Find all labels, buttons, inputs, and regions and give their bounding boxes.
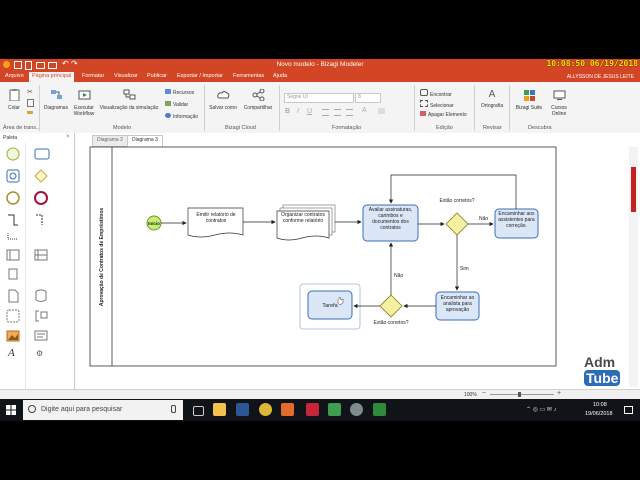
zoom-slider[interactable] xyxy=(490,394,554,395)
flow-label-sim: Sim xyxy=(460,266,469,272)
admtube-logo: Adm Tube xyxy=(584,354,621,386)
flow-label-nao-2: Não xyxy=(394,273,403,279)
tray-icons[interactable]: ⌃ ◎ ▭ ✉ ♪ xyxy=(526,406,557,413)
camtasia-icon[interactable] xyxy=(328,403,341,416)
zoom-out-icon[interactable]: − xyxy=(482,390,486,397)
word-icon[interactable] xyxy=(236,403,249,416)
zoom-level: 100% xyxy=(464,392,477,398)
windows-start-icon[interactable] xyxy=(6,405,16,415)
taskbar-date: 19/06/2018 xyxy=(585,411,613,417)
windows-taskbar: Digite aqui para pesquisar ⌃ ◎ ▭ ✉ ♪ 10:… xyxy=(0,399,640,421)
camtasia-recorder-icon[interactable] xyxy=(373,403,386,416)
gateway-2-label: Estão corretos? xyxy=(373,320,409,326)
organizar-text: Organizar contratos conforme relatório xyxy=(281,212,325,224)
pool[interactable] xyxy=(89,146,557,367)
file-explorer-icon[interactable] xyxy=(213,403,226,416)
microphone-icon[interactable] xyxy=(171,405,176,413)
avaliar-text: Avaliar assinaturas, carimbos e document… xyxy=(368,207,413,231)
gateway-1-label: Estão corretos? xyxy=(439,198,475,204)
pool-label: Aprovação de Contratos de Empréstimos xyxy=(99,208,105,307)
task-view-icon[interactable] xyxy=(193,406,204,416)
app-network-icon[interactable] xyxy=(350,403,363,416)
start-event-label: Início xyxy=(148,221,160,226)
zoom-in-icon[interactable]: + xyxy=(557,390,561,397)
encaminhar-analista-text: Encaminhar ao analista para aprovação xyxy=(440,295,475,313)
taskbar-time: 10:08 xyxy=(593,402,607,408)
flow-label-nao-1: Não xyxy=(479,216,488,222)
tarefa-text: Tarefa xyxy=(322,303,338,309)
zoom-slider-thumb[interactable] xyxy=(518,392,521,397)
encaminhar-assistentes-text: Encaminhar aos assistentes para correção… xyxy=(498,211,535,229)
bizagi-taskbar-icon[interactable] xyxy=(281,403,294,416)
notifications-icon[interactable] xyxy=(624,406,633,414)
taskbar-search[interactable]: Digite aqui para pesquisar xyxy=(23,400,183,420)
app-red-icon[interactable] xyxy=(306,403,319,416)
chrome-icon[interactable] xyxy=(259,403,272,416)
search-placeholder: Digite aqui para pesquisar xyxy=(41,406,123,413)
emitir-text: Emitir relatório de contratos xyxy=(196,212,236,224)
letterbox-bottom xyxy=(0,421,640,480)
video-clock-overlay: 10:08:50 06/19/2018 xyxy=(546,59,638,68)
search-icon xyxy=(28,405,36,413)
